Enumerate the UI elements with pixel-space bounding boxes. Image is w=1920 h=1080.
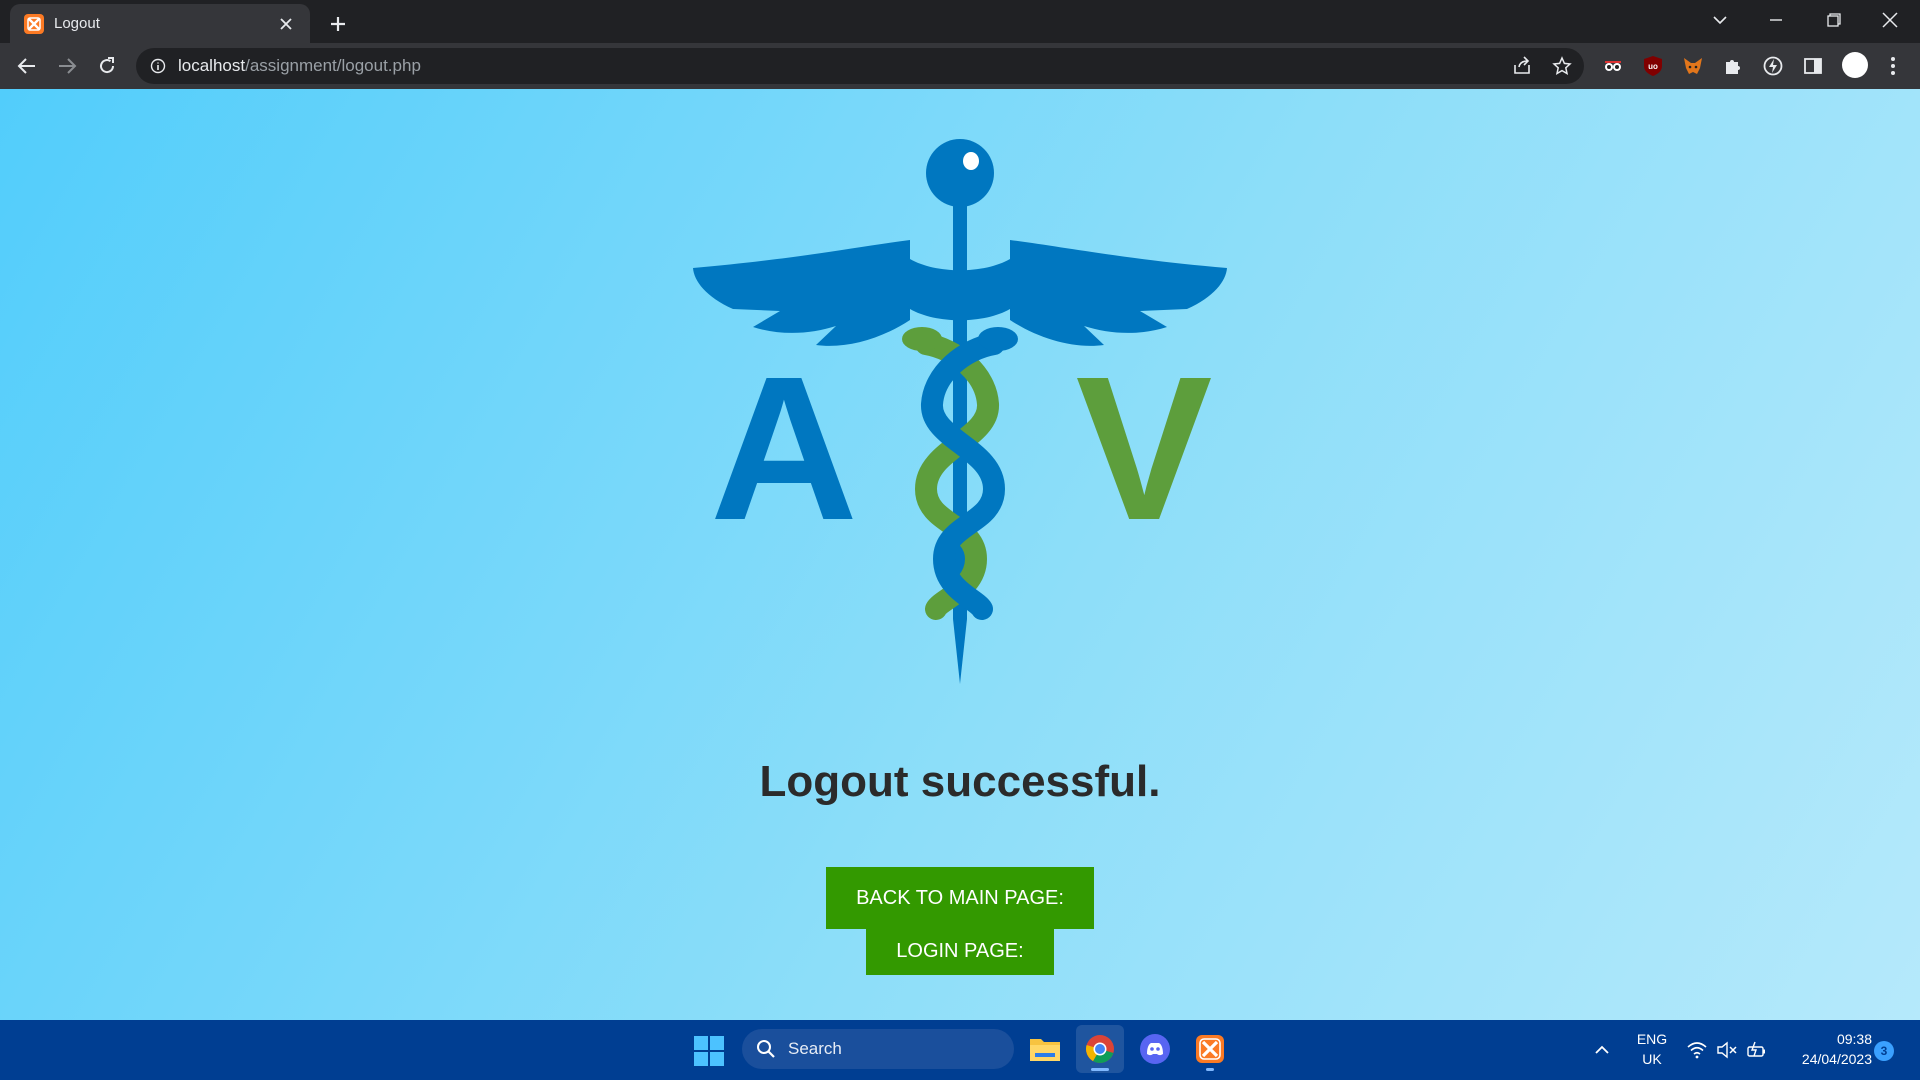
tab-title: Logout — [54, 15, 100, 32]
back-arrow-icon[interactable] — [12, 51, 42, 81]
logo-letter-a: A — [710, 334, 858, 563]
restore-icon[interactable] — [1806, 0, 1862, 40]
search-label: Search — [788, 1039, 842, 1058]
ublock-icon[interactable]: uo — [1640, 53, 1666, 79]
chrome-icon[interactable] — [1076, 1025, 1124, 1073]
staff-orb — [926, 139, 994, 207]
menu-kebab-icon[interactable] — [1880, 53, 1906, 79]
svg-text:uo: uo — [1648, 62, 1658, 71]
page-content: A V Logout successful. BACK TO MAIN PAGE… — [0, 89, 1920, 1020]
metamask-icon[interactable] — [1680, 53, 1706, 79]
active-app-indicator — [1091, 1068, 1109, 1071]
wifi-icon[interactable] — [1685, 1038, 1709, 1062]
login-page-button[interactable]: LOGIN PAGE: — [866, 927, 1054, 975]
side-panel-icon[interactable] — [1800, 53, 1826, 79]
volume-muted-icon[interactable] — [1715, 1038, 1739, 1062]
windows-start-icon[interactable] — [694, 1036, 724, 1066]
browser-toolbar: localhost/assignment/logout.php uo — [0, 43, 1920, 89]
back-to-main-page-button[interactable]: BACK TO MAIN PAGE: — [826, 867, 1094, 929]
glasses-extension-icon[interactable] — [1600, 53, 1626, 79]
minimize-icon[interactable] — [1748, 0, 1804, 40]
search-icon — [757, 1040, 775, 1058]
xampp-icon[interactable] — [1186, 1025, 1234, 1073]
close-window-icon[interactable] — [1862, 0, 1918, 40]
logout-heading: Logout successful. — [759, 757, 1161, 806]
language-code: ENG — [1636, 1031, 1668, 1047]
language-indicator[interactable]: ENG UK — [1628, 1029, 1676, 1069]
caduceus-logo: A V — [693, 139, 1227, 684]
clock-time: 09:38 — [1836, 1031, 1872, 1047]
notification-badge[interactable]: 3 — [1874, 1041, 1894, 1061]
browser-tab[interactable]: Logout — [10, 4, 310, 43]
puzzle-extensions-icon[interactable] — [1720, 53, 1746, 79]
logo-letter-v: V — [1076, 334, 1213, 563]
tab-strip: Logout — [0, 0, 1920, 43]
address-bar[interactable]: localhost/assignment/logout.php — [136, 48, 1584, 84]
battery-charging-icon[interactable] — [1745, 1038, 1769, 1062]
windows-taskbar: Search ENG UK 09:38 24/04/2023 3 — [0, 1020, 1920, 1080]
url-host: localhost — [178, 56, 246, 75]
new-tab-icon[interactable] — [322, 8, 354, 40]
language-region: UK — [1642, 1051, 1662, 1067]
chevron-up-icon[interactable] — [1590, 1038, 1614, 1062]
system-clock[interactable]: 09:38 24/04/2023 — [1776, 1029, 1872, 1069]
forward-arrow-icon[interactable] — [52, 51, 82, 81]
share-icon[interactable] — [1512, 56, 1532, 81]
xampp-icon — [24, 13, 44, 34]
discord-icon[interactable] — [1131, 1025, 1179, 1073]
reload-icon[interactable] — [92, 51, 122, 81]
clock-date: 24/04/2023 — [1801, 1051, 1872, 1067]
tab-search-chevron-icon[interactable] — [1692, 0, 1748, 40]
lightning-icon[interactable] — [1760, 53, 1786, 79]
close-tab-icon[interactable] — [274, 12, 298, 36]
profile-avatar[interactable] — [1840, 50, 1870, 80]
taskbar-search-box[interactable]: Search — [742, 1029, 1014, 1069]
bookmark-star-icon[interactable] — [1552, 56, 1572, 81]
running-app-indicator — [1206, 1068, 1214, 1071]
site-info-icon[interactable] — [150, 58, 166, 74]
file-explorer-icon[interactable] — [1021, 1025, 1069, 1073]
url-path: /assignment/logout.php — [245, 56, 421, 75]
